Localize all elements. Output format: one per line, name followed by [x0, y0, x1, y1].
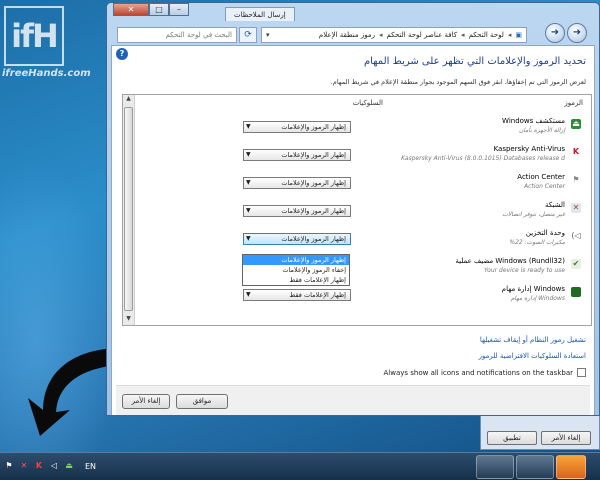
- column-header-behaviors: السلوكيات: [352, 99, 383, 107]
- behavior-select[interactable]: إظهار الإعلامات فقط ▼: [243, 289, 351, 301]
- system-tray: ⚑ ✕ K ◁ ⏏ EN: [4, 461, 96, 471]
- device-icon: ✔: [571, 259, 581, 269]
- send-feedback-tab[interactable]: إرسال الملاحظات: [225, 7, 295, 21]
- page-description: لعرض الرموز التي تم إخفاؤها، انقر فوق ال…: [330, 78, 586, 86]
- taskbar: ⚑ ✕ K ◁ ⏏ EN: [0, 452, 600, 480]
- row-name: Action Center: [517, 173, 565, 181]
- table-row: ✕ الشبكة غير متصل، تتوفر اتصالات إظهار ا…: [137, 199, 591, 225]
- back-icon[interactable]: ➜: [567, 23, 587, 43]
- always-show-checkbox[interactable]: [577, 368, 586, 377]
- ok-button[interactable]: موافق: [176, 394, 228, 409]
- chevron-down-icon[interactable]: ▾: [266, 31, 270, 39]
- bg-apply-button[interactable]: تطبيق: [487, 431, 537, 445]
- site-watermark: ifreeHands.com: [2, 68, 91, 79]
- table-row: ◁) وحدة التخزين مكبرات الصوت: 22% إظهار …: [137, 227, 591, 253]
- flag-icon: ⚑: [572, 175, 580, 184]
- scroll-up-icon[interactable]: ▲: [124, 95, 133, 105]
- breadcrumb-item[interactable]: كافة عناصر لوحة التحكم: [387, 31, 458, 39]
- forward-icon[interactable]: ➜: [545, 23, 565, 43]
- row-name: Windows (Rundll32) مضيف عملية: [455, 257, 565, 265]
- table-row: Windows إدارة مهام Windows إدارة مهام إظ…: [137, 283, 591, 309]
- language-indicator[interactable]: EN: [85, 462, 96, 471]
- row-name: الشبكة: [544, 201, 565, 209]
- caption-buttons: ✕ □ –: [113, 3, 189, 16]
- refresh-icon[interactable]: ⟳: [239, 27, 257, 43]
- row-name: وحدة التخزين: [525, 229, 565, 237]
- dropdown-option[interactable]: إخفاء الرموز والإعلامات: [243, 265, 349, 275]
- table-row: K Kaspersky Anti-Virus Kaspersky Anti-Vi…: [137, 143, 591, 169]
- behavior-select[interactable]: إظهار الرموز والإعلامات ▼: [243, 121, 351, 133]
- table-row: ✔ Windows (Rundll32) مضيف عملية Your dev…: [137, 255, 591, 281]
- row-subtitle: مكبرات الصوت: 22%: [509, 239, 565, 246]
- help-icon[interactable]: ?: [116, 48, 128, 60]
- page-title: تحديد الرموز والإعلامات التي تظهر على شر…: [363, 56, 586, 67]
- minimize-button[interactable]: –: [169, 3, 189, 16]
- scrollbar-thumb[interactable]: [124, 107, 133, 311]
- control-panel-icon: ▣: [515, 31, 522, 39]
- nav-buttons: ➜ ➜: [545, 23, 587, 43]
- speaker-icon: ◁): [571, 231, 581, 240]
- search-input[interactable]: البحث في لوحة التحكم: [117, 27, 237, 43]
- site-logo: ifH: [4, 6, 64, 66]
- row-subtitle: إزالة الأجهزة بأمان: [518, 127, 565, 134]
- dropdown-option[interactable]: إظهار الرموز والإعلامات: [243, 255, 349, 265]
- row-subtitle: غير متصل، تتوفر اتصالات: [502, 211, 565, 218]
- usb-icon[interactable]: ⏏: [64, 461, 74, 471]
- notification-icons-window: ✕ □ – إرسال الملاحظات البحث في لوحة التح…: [106, 2, 600, 416]
- behavior-select[interactable]: إظهار الرموز والإعلامات ▼: [243, 149, 351, 161]
- always-show-label: Always show all icons and notifications …: [383, 368, 573, 377]
- address-bar[interactable]: ▣ ◂ لوحة التحكم ◂ كافة عناصر لوحة التحكم…: [261, 27, 527, 43]
- row-subtitle: Kaspersky Anti-Virus (8.0.0.1015) Databa…: [401, 155, 565, 162]
- task-manager-icon: [571, 287, 581, 297]
- usb-icon: ⏏: [571, 119, 581, 129]
- maximize-button[interactable]: □: [149, 3, 169, 16]
- flag-icon[interactable]: ⚑: [4, 461, 14, 471]
- row-name: Windows إدارة مهام: [501, 285, 565, 293]
- close-button[interactable]: ✕: [113, 3, 149, 16]
- network-icon: ✕: [571, 203, 581, 213]
- content-area: ? تحديد الرموز والإعلامات التي تظهر على …: [111, 45, 595, 415]
- restore-defaults-link[interactable]: استعادة السلوكيات الافتراضية للرموز: [479, 352, 586, 360]
- row-subtitle: Windows إدارة مهام: [510, 295, 565, 302]
- column-header-icons: الرموز: [564, 99, 583, 107]
- row-name: مستكشف Windows: [502, 117, 565, 125]
- vertical-scrollbar[interactable]: ▲ ▼: [123, 95, 135, 325]
- kaspersky-icon[interactable]: K: [34, 461, 44, 471]
- table-row: ⚑ Action Center Action Center إظهار الرم…: [137, 171, 591, 197]
- taskbar-app-media-player[interactable]: [556, 455, 586, 479]
- table-row: ⏏ مستكشف Windows إزالة الأجهزة بأمان إظه…: [137, 115, 591, 141]
- cancel-button[interactable]: إلغاء الأمر: [122, 394, 170, 409]
- network-icon[interactable]: ✕: [19, 461, 29, 471]
- dialog-footer: إلغاء الأمر موافق: [116, 385, 590, 415]
- taskbar-app-control-panel[interactable]: [476, 455, 514, 479]
- title-bar: ✕ □ – إرسال الملاحظات: [107, 3, 599, 21]
- behavior-select[interactable]: إظهار الرموز والإعلامات ▼: [243, 177, 351, 189]
- kaspersky-icon: K: [572, 147, 580, 156]
- row-name: Kaspersky Anti-Virus: [493, 145, 565, 153]
- behavior-select[interactable]: إظهار الرموز والإعلامات ▼: [243, 233, 351, 245]
- icons-table: الرموز السلوكيات ▲ ▼ ⏏ مستكشف Windows إز…: [122, 94, 592, 326]
- taskbar-app-explorer[interactable]: [516, 455, 554, 479]
- breadcrumb-item[interactable]: لوحة التحكم: [469, 31, 504, 39]
- navigation-bar: البحث في لوحة التحكم ⟳ ▣ ◂ لوحة التحكم ◂…: [111, 23, 595, 45]
- dropdown-option[interactable]: إظهار الإعلامات فقط: [243, 275, 349, 285]
- volume-icon[interactable]: ◁: [49, 461, 59, 471]
- behavior-select[interactable]: إظهار الرموز والإعلامات ▼: [243, 205, 351, 217]
- scroll-down-icon[interactable]: ▼: [124, 315, 133, 325]
- always-show-option: Always show all icons and notifications …: [383, 368, 586, 377]
- behavior-dropdown-list: إظهار الرموز والإعلامات إخفاء الرموز وال…: [242, 254, 350, 286]
- row-subtitle: Action Center: [524, 183, 565, 190]
- row-subtitle: Your device is ready to use: [484, 267, 565, 274]
- breadcrumb-item[interactable]: رموز منطقة الإعلام: [319, 31, 375, 39]
- bg-cancel-button[interactable]: إلغاء الأمر: [541, 431, 591, 445]
- system-icons-link[interactable]: تشغيل رموز النظام أو إيقاف تشغيلها: [480, 336, 586, 344]
